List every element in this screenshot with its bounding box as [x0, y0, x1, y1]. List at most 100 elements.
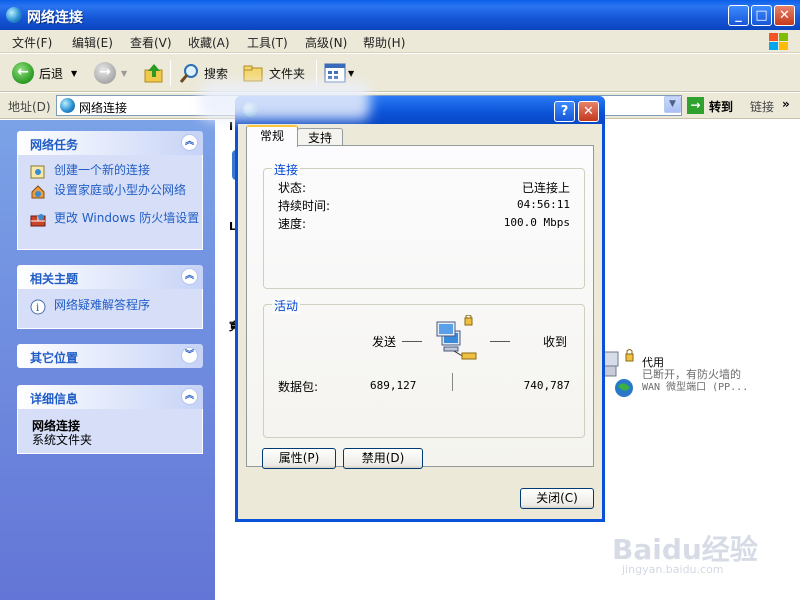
connection-group: 连接 状态: 已连接上 持续时间: 04:56:11 速度: 100.0 Mbp… — [263, 161, 585, 289]
close-button[interactable]: 关闭(C) — [520, 488, 594, 509]
sent-packets-value: 689,127 — [370, 379, 417, 392]
setup-home-network-task[interactable]: 设置家庭或小型办公网络 — [30, 184, 200, 200]
window-titlebar: 网络连接 _ □ ✕ — [0, 0, 800, 30]
activity-group: 活动 发送 收到 数据包: 689,127 740,787 — [263, 297, 585, 438]
minimize-button[interactable]: _ — [728, 5, 749, 26]
proxy-connection-desc: WAN 微型端口 (PP... — [642, 382, 749, 393]
menu-advanced[interactable]: 高级(N) — [305, 34, 347, 51]
go-button[interactable]: 转到 — [709, 98, 733, 115]
menu-help[interactable]: 帮助(H) — [363, 34, 405, 51]
general-tab-page: 连接 状态: 已连接上 持续时间: 04:56:11 速度: 100.0 Mbp… — [246, 145, 594, 469]
menu-bar: 文件(F) 编辑(E) 查看(V) 收藏(A) 工具(T) 高级(N) 帮助(H… — [0, 30, 800, 53]
network-globe-icon — [60, 98, 75, 113]
up-folder-button[interactable] — [143, 61, 165, 85]
back-button[interactable]: ← 后退 ▼ — [12, 61, 77, 85]
status-label: 状态: — [278, 181, 307, 195]
network-tasks-header[interactable]: 网络任务 ︽ — [17, 131, 203, 155]
speed-value: 100.0 Mbps — [503, 216, 570, 229]
address-dropdown-button[interactable]: ▼ — [664, 96, 681, 113]
collapse-chevron-icon[interactable]: ︽ — [181, 268, 198, 285]
packets-label: 数据包: — [278, 380, 319, 394]
other-places-title: 其它位置 — [30, 351, 79, 365]
duration-label: 持续时间: — [278, 199, 331, 213]
collapse-chevron-icon[interactable]: ︽ — [181, 134, 198, 151]
baidu-watermark: Baidu经验 — [612, 533, 758, 566]
activity-group-title: 活动 — [272, 297, 301, 314]
network-globe-icon — [6, 7, 22, 23]
network-tasks-title: 网络任务 — [30, 138, 79, 152]
task-label: 网络疑难解答程序 — [54, 298, 151, 312]
sent-label: 发送 — [372, 335, 397, 349]
help-button[interactable]: ? — [554, 101, 575, 122]
details-header[interactable]: 详细信息 ︽ — [17, 385, 203, 409]
forward-button[interactable]: → ▼ — [94, 61, 127, 85]
menu-tools[interactable]: 工具(T) — [247, 34, 288, 51]
back-arrow-icon: ← — [12, 62, 34, 84]
packets-divider — [452, 373, 453, 391]
tab-general[interactable]: 常规 — [246, 125, 298, 147]
group-header-fragment: I — [229, 120, 234, 133]
back-label: 后退 — [39, 66, 64, 81]
home-network-icon — [31, 185, 45, 199]
info-icon: i — [30, 299, 46, 315]
connection-group-title: 连接 — [272, 161, 301, 178]
maximize-button[interactable]: □ — [751, 5, 772, 26]
task-label: 设置家庭或小型办公网络 — [54, 183, 187, 197]
task-label: 创建一个新的连接 — [54, 163, 151, 177]
windows-logo-icon — [768, 32, 790, 51]
chevron-down-icon[interactable]: ▼ — [121, 69, 127, 78]
collapse-chevron-icon[interactable]: ︽ — [181, 388, 198, 405]
search-icon — [179, 64, 198, 83]
related-topics-title: 相关主题 — [30, 272, 79, 286]
details-title: 详细信息 — [30, 392, 79, 406]
views-icon — [324, 63, 346, 83]
sent-line — [402, 341, 422, 342]
window-title: 网络连接 — [27, 10, 83, 26]
expand-chevron-icon[interactable]: ︾ — [181, 347, 198, 364]
chevron-down-icon[interactable]: ▼ — [348, 69, 354, 78]
related-topics-header[interactable]: 相关主题 ︽ — [17, 265, 203, 289]
new-connection-icon — [30, 165, 45, 179]
task-pane: 网络任务 ︽ 创建一个新的连接 设置家庭或小型办公网络 更改 Windows 防… — [0, 120, 215, 600]
close-window-button[interactable]: ✕ — [774, 5, 795, 26]
other-places-header[interactable]: 其它位置 ︾ — [17, 344, 203, 368]
menu-file[interactable]: 文件(F) — [12, 34, 52, 51]
create-connection-task[interactable]: 创建一个新的连接 — [30, 164, 200, 180]
up-folder-icon — [144, 64, 163, 83]
menu-view[interactable]: 查看(V) — [130, 34, 172, 51]
dialog-close-x-button[interactable]: ✕ — [578, 101, 599, 122]
address-value: 网络连接 — [79, 101, 128, 115]
network-troubleshooter-task[interactable]: i 网络疑难解答程序 — [30, 299, 200, 315]
duration-value: 04:56:11 — [517, 198, 570, 211]
folders-icon — [243, 65, 263, 82]
details-panel: 网络连接 系统文件夹 — [17, 409, 203, 454]
menu-favorites[interactable]: 收藏(A) — [188, 34, 230, 51]
go-arrow-icon[interactable]: → — [687, 97, 704, 114]
details-type: 系统文件夹 — [32, 433, 93, 447]
dialog-body: 常规 支持 连接 状态: 已连接上 持续时间: 04:56:11 速度: 100… — [238, 124, 602, 519]
baidu-watermark-url: jingyan.baidu.com — [622, 563, 724, 576]
firewall-icon — [30, 214, 46, 227]
firewall-settings-task[interactable]: 更改 Windows 防火墙设置 — [30, 212, 200, 228]
network-tasks-panel: 创建一个新的连接 设置家庭或小型办公网络 更改 Windows 防火墙设置 — [17, 155, 203, 250]
address-label: 地址(D) — [8, 100, 51, 114]
disable-button[interactable]: 禁用(D) — [343, 448, 423, 469]
search-label: 搜索 — [204, 66, 229, 81]
menu-edit[interactable]: 编辑(E) — [72, 34, 113, 51]
redacted-title-blur — [200, 82, 370, 120]
toolbar: ← 后退 ▼ → ▼ 搜索 文件夹 ▼ — [0, 54, 800, 92]
received-packets-value: 740,787 — [523, 379, 570, 392]
related-topics-panel: i 网络疑难解答程序 — [17, 289, 203, 329]
received-line — [490, 341, 510, 342]
network-activity-icon — [436, 315, 477, 360]
forward-arrow-icon: → — [94, 62, 116, 84]
received-label: 收到 — [543, 335, 568, 349]
chevron-down-icon[interactable]: ▼ — [71, 69, 77, 78]
properties-button[interactable]: 属性(P) — [262, 448, 336, 469]
proxy-connection-status: 已断开，有防火墙的 — [642, 368, 741, 381]
svg-text:i: i — [36, 303, 39, 314]
chevron-right-icon[interactable]: » — [782, 97, 790, 111]
links-button[interactable]: 链接 — [750, 98, 774, 115]
toolbar-separator — [170, 60, 171, 86]
task-label: 更改 Windows 防火墙设置 — [54, 211, 200, 225]
